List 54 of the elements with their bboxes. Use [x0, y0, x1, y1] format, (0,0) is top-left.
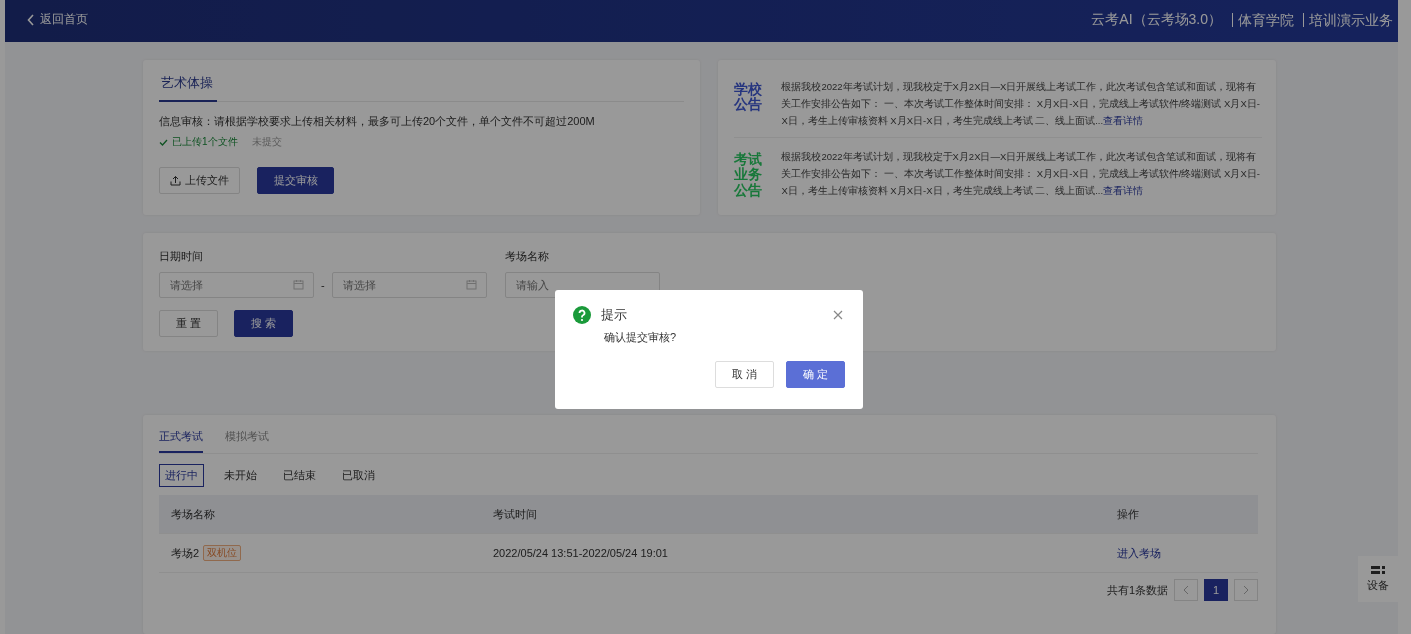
- status-filter[interactable]: 进行中: [159, 464, 204, 487]
- check-icon: [159, 138, 168, 146]
- notice-text: 根据我校2022年考试计划，现我校定于X月2X日—X日开展线上考试工作，此次考试包含笔试和面试，现将有关工作安排公告如下： 一、本次考试工作整体时间安排： X月X日-X日，完成线上考试软件/终端测试 X月X日-X日，考生上传审核资料 X月X日-X日，考生完成线上考试 二、线上面试...查看详情: [781, 80, 1261, 128]
- header-breadcrumb: 培训演示业务: [1303, 13, 1398, 27]
- table-cell: 考场2: [171, 545, 200, 561]
- uploaded-status: 已上传1个文件: [159, 135, 238, 149]
- back-link[interactable]: 返回首页: [5, 0, 88, 28]
- chevron-left-icon: [27, 13, 35, 26]
- page-button[interactable]: 1: [1204, 579, 1228, 601]
- list-icon: [1371, 565, 1385, 575]
- confirm-button[interactable]: 确 定: [786, 361, 845, 388]
- chevron-right-icon: [1243, 585, 1249, 595]
- dialog-title: 提示: [601, 306, 628, 324]
- status-filter[interactable]: 已取消: [336, 464, 381, 487]
- search-button[interactable]: 搜 索: [234, 310, 293, 337]
- notice-title: 考试业务公告: [734, 150, 763, 199]
- upload-icon: [170, 175, 181, 186]
- cancel-button[interactable]: 取 消: [715, 361, 774, 388]
- exam-tab[interactable]: 正式考试: [159, 421, 203, 453]
- details-link[interactable]: 查看详情: [1103, 185, 1144, 196]
- column-header: 操作: [1117, 506, 1139, 522]
- reset-button[interactable]: 重 置: [159, 310, 218, 337]
- prev-page-button[interactable]: [1174, 579, 1198, 601]
- device-check-widget[interactable]: 设备: [1358, 556, 1398, 602]
- notice-text: 根据我校2022年考试计划，现我校定于X月2X日—X日开展线上考试工作，此次考试包含笔试和面试，现将有关工作安排公告如下： 一、本次考试工作整体时间安排： X月X日-X日，完成线上考试软件/终端测试 X月X日-X日，考生上传审核资料 X月X日-X日，考生完成线上考试 二、线上面试...查看详情: [781, 150, 1261, 198]
- question-icon: [573, 306, 591, 324]
- close-icon[interactable]: [831, 308, 845, 322]
- field-label: 日期时间: [159, 249, 204, 264]
- details-link[interactable]: 查看详情: [1103, 115, 1144, 126]
- date-start-field[interactable]: 请选择: [159, 272, 314, 298]
- exam-tab[interactable]: 模拟考试: [225, 421, 269, 453]
- app-title: 云考AI（云考场3.0）: [1091, 11, 1222, 29]
- field-label: 考场名称: [504, 249, 550, 264]
- upload-button[interactable]: 上传文件: [159, 167, 240, 194]
- info-text: 信息审核：请根据学校要求上传相关材料，最多可上传20个文件，单个文件不可超过200M: [159, 114, 596, 129]
- date-end-field[interactable]: 请选择: [331, 272, 487, 298]
- range-separator: -: [321, 279, 325, 291]
- total-count: 共有1条数据: [1106, 582, 1168, 598]
- table-cell-text: 2022/05/24 13:51-2022/05/24 19:01: [493, 547, 669, 559]
- column-header: 考试时间: [493, 506, 538, 522]
- column-header: 考场名称: [171, 506, 216, 522]
- card-tab[interactable]: 艺术体操: [159, 68, 217, 102]
- calendar-icon: [465, 279, 477, 290]
- enter-link[interactable]: 进入考场: [1117, 546, 1161, 559]
- calendar-icon: [293, 279, 304, 290]
- dialog-message: 确认提交审核?: [604, 330, 678, 345]
- status-filter[interactable]: 未开始: [218, 464, 263, 487]
- status-filter[interactable]: 已结束: [277, 464, 322, 487]
- header-breadcrumb: 体育学院: [1232, 13, 1299, 27]
- submit-button[interactable]: 提交审核: [257, 167, 334, 194]
- next-page-button[interactable]: [1234, 579, 1258, 601]
- tag: 双机位: [203, 545, 242, 561]
- chevron-left-icon: [1183, 585, 1189, 595]
- notice-title: 学校公告: [734, 80, 763, 115]
